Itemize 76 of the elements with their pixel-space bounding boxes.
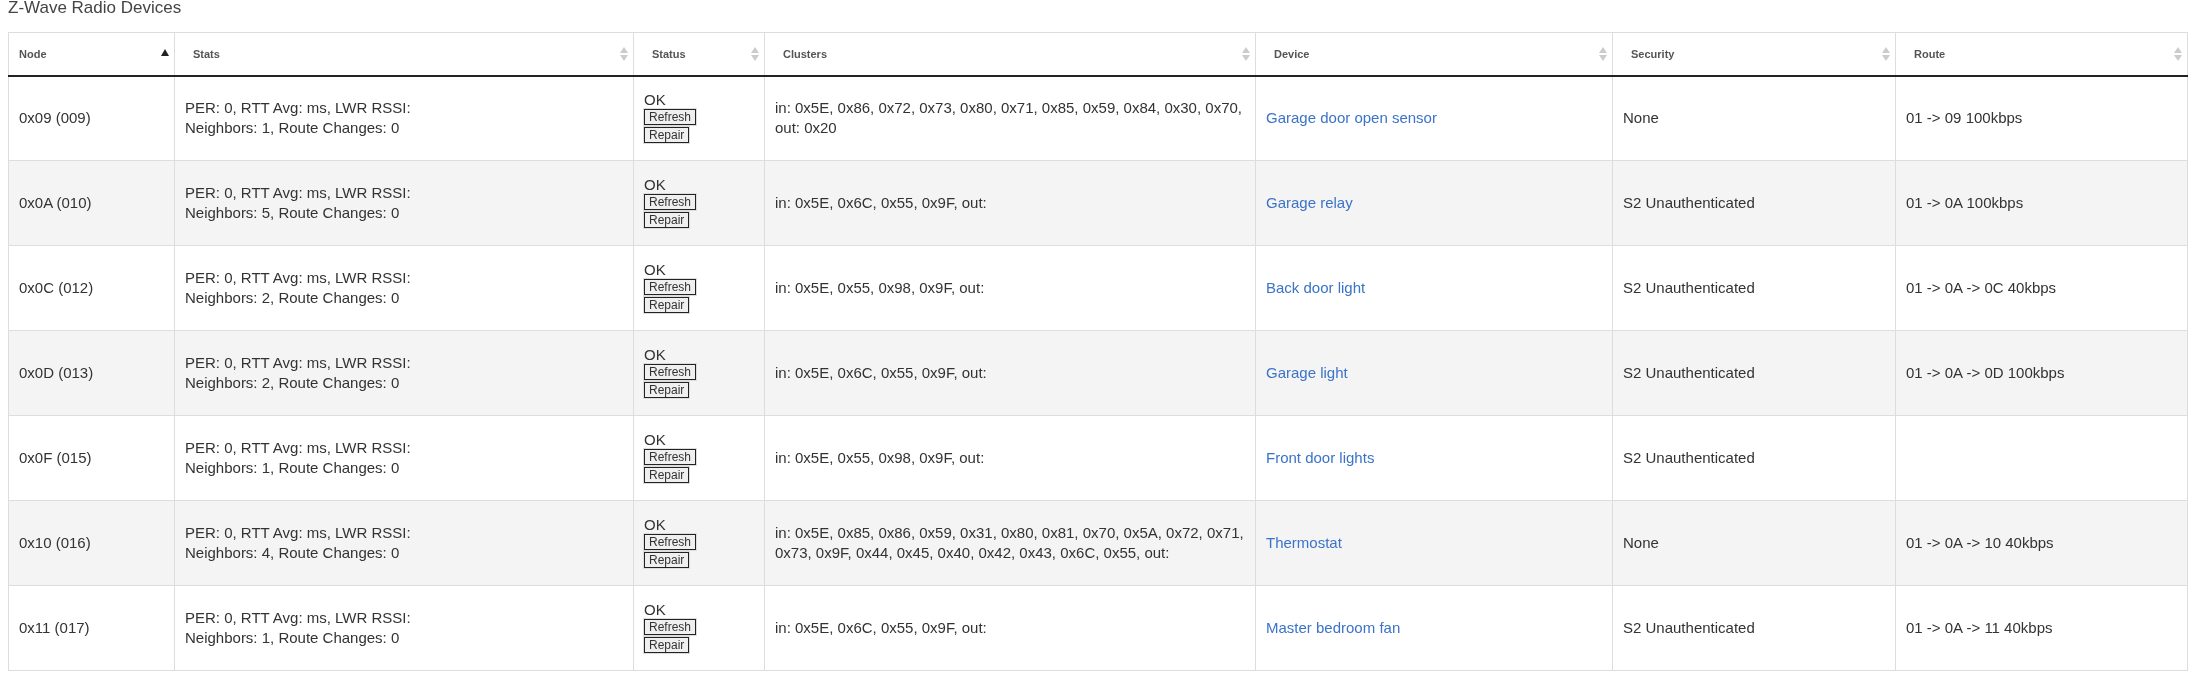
security-text: None xyxy=(1623,533,1660,553)
action-button[interactable]: Repair xyxy=(644,637,690,653)
action-button[interactable]: Repair xyxy=(644,297,690,313)
security-text: S2 Unauthenticated xyxy=(1623,363,1756,383)
column-header[interactable]: Status xyxy=(644,47,686,60)
device-link[interactable]: Back door light xyxy=(1266,279,1366,296)
route-text: 01 -> 0A 100kbps xyxy=(1906,193,2025,213)
action-button[interactable]: Refresh xyxy=(644,109,697,126)
device-link[interactable]: Thermostat xyxy=(1266,534,1342,551)
column-header[interactable]: Node xyxy=(19,47,47,60)
column-header[interactable]: Device xyxy=(1266,47,1310,60)
sort-icon[interactable] xyxy=(1598,46,1608,62)
security-text: None xyxy=(1623,108,1660,129)
column-header[interactable]: Security xyxy=(1623,47,1675,60)
clusters-text: in: 0x5E, 0x6C, 0x55, 0x9F, out: xyxy=(775,363,988,383)
column-header[interactable]: Stats xyxy=(185,47,220,60)
security-text: S2 Unauthenticated xyxy=(1623,278,1756,298)
action-button[interactable]: Refresh xyxy=(644,279,697,295)
clusters-text: in: 0x5E, 0x85, 0x86, 0x59, 0x31, 0x80, 0x81, 0x70, 0x5A, 0x72, 0x71, 0x73, 0x9F, 0x44, 0x45, 0x40, 0x42, 0x43, 0x6C, 0x55, out: xyxy=(775,523,1245,563)
clusters-text: in: 0x5E, 0x86, 0x72, 0x73, 0x80, 0x71, 0x85, 0x59, 0x84, 0x30, 0x70, out: 0x20 xyxy=(775,98,1243,139)
node-id: 0x09 (009) xyxy=(19,108,92,129)
route-text: 01 -> 0A -> 0C 40kbps xyxy=(1906,278,2058,298)
node-id: 0x0F (015) xyxy=(19,448,93,468)
status-text: OK xyxy=(644,176,667,194)
sort-icon[interactable] xyxy=(2173,46,2183,62)
security-text: S2 Unauthenticated xyxy=(1623,448,1756,468)
route-text: 01 -> 0A -> 0D 100kbps xyxy=(1906,363,2066,383)
node-id: 0x0D (013) xyxy=(19,363,95,383)
status-text: OK xyxy=(644,346,667,364)
action-button[interactable]: Refresh xyxy=(644,534,697,550)
node-id: 0x0A (010) xyxy=(19,193,93,213)
route-text: 01 -> 0A -> 11 40kbps xyxy=(1906,618,2054,638)
action-button[interactable]: Refresh xyxy=(644,364,697,380)
status-text: OK xyxy=(644,516,667,534)
route-text: 01 -> 09 100kbps xyxy=(1906,108,2024,129)
stats-text: PER: 0, RTT Avg: ms, LWR RSSI: Neighbors: 1, Route Changes: 0 xyxy=(185,438,412,478)
device-link[interactable]: Garage light xyxy=(1266,364,1348,381)
action-button[interactable]: Repair xyxy=(644,382,690,398)
stats-text: PER: 0, RTT Avg: ms, LWR RSSI: Neighbors: 5, Route Changes: 0 xyxy=(185,183,412,223)
status-text: OK xyxy=(644,431,667,449)
stats-text: PER: 0, RTT Avg: ms, LWR RSSI: Neighbors: 2, Route Changes: 0 xyxy=(185,268,412,308)
sort-icon[interactable] xyxy=(1241,46,1251,62)
action-button[interactable]: Repair xyxy=(644,127,690,144)
node-id: 0x10 (016) xyxy=(19,533,92,553)
stats-text: PER: 0, RTT Avg: ms, LWR RSSI: Neighbors: 1, Route Changes: 0 xyxy=(185,608,412,648)
action-button[interactable]: Refresh xyxy=(644,194,697,210)
action-button[interactable]: Refresh xyxy=(644,619,697,635)
action-button[interactable]: Refresh xyxy=(644,449,697,465)
clusters-text: in: 0x5E, 0x55, 0x98, 0x9F, out: xyxy=(775,278,986,298)
stats-text: PER: 0, RTT Avg: ms, LWR RSSI: Neighbors: 2, Route Changes: 0 xyxy=(185,353,412,393)
column-header[interactable]: Route xyxy=(1906,47,1946,60)
node-id: 0x11 (017) xyxy=(19,618,91,638)
clusters-text: in: 0x5E, 0x55, 0x98, 0x9F, out: xyxy=(775,448,986,468)
device-link[interactable]: Garage relay xyxy=(1266,194,1353,211)
action-button[interactable]: Repair xyxy=(644,467,690,483)
stats-text: PER: 0, RTT Avg: ms, LWR RSSI: Neighbors: 4, Route Changes: 0 xyxy=(185,523,412,563)
clusters-text: in: 0x5E, 0x6C, 0x55, 0x9F, out: xyxy=(775,193,988,213)
security-text: S2 Unauthenticated xyxy=(1623,193,1756,213)
clusters-text: in: 0x5E, 0x6C, 0x55, 0x9F, out: xyxy=(775,618,988,638)
security-text: S2 Unauthenticated xyxy=(1623,618,1756,638)
action-button[interactable]: Repair xyxy=(644,212,690,228)
sort-icon[interactable] xyxy=(619,46,629,62)
route-text: 01 -> 0A -> 10 40kbps xyxy=(1906,533,2055,553)
stats-text: PER: 0, RTT Avg: ms, LWR RSSI: Neighbors: 1, Route Changes: 0 xyxy=(185,98,412,139)
column-header[interactable]: Clusters xyxy=(775,47,828,60)
sort-icon[interactable] xyxy=(1881,46,1891,62)
status-text: OK xyxy=(644,91,667,110)
sort-icon[interactable] xyxy=(750,46,760,62)
action-button[interactable]: Repair xyxy=(644,552,690,568)
status-text: OK xyxy=(644,261,667,279)
node-id: 0x0C (012) xyxy=(19,278,95,298)
device-link[interactable]: Garage door open sensor xyxy=(1266,109,1437,127)
status-text: OK xyxy=(644,601,667,619)
device-link[interactable]: Front door lights xyxy=(1266,449,1375,466)
device-link[interactable]: Master bedroom fan xyxy=(1266,619,1401,636)
page-title: Z-Wave Radio Devices xyxy=(8,0,183,19)
